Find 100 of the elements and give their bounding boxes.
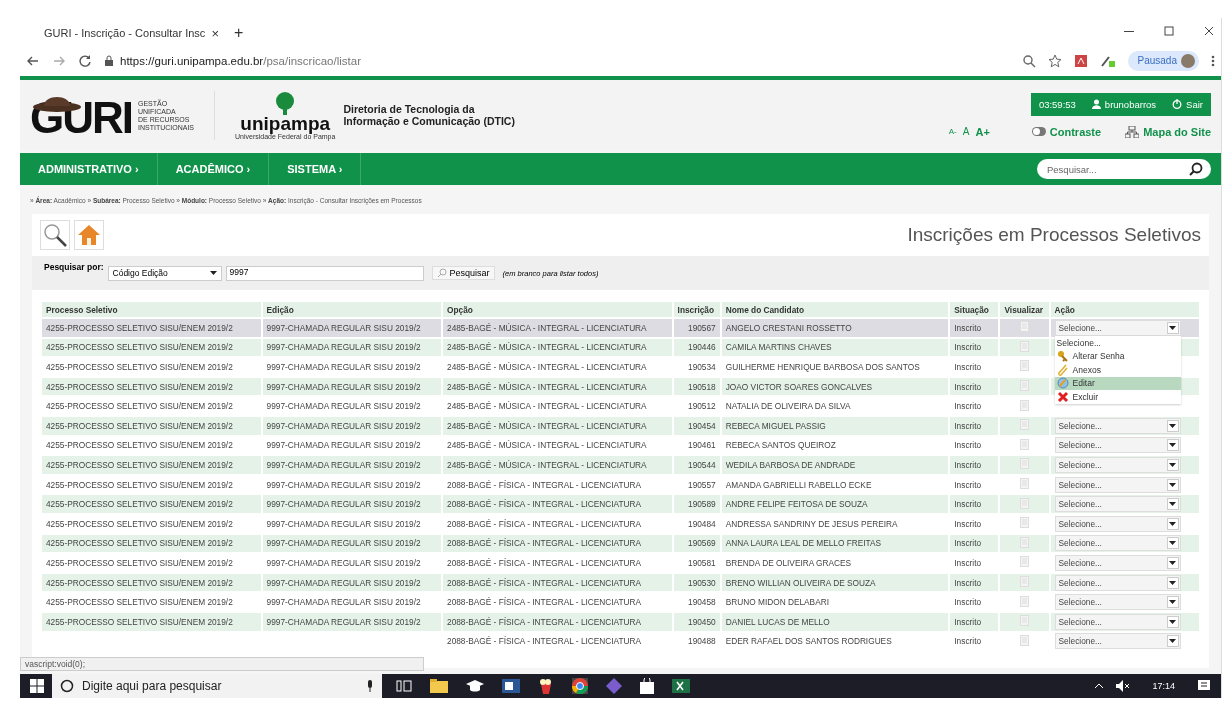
action-dropdown[interactable]: Selecione...: [1054, 319, 1181, 336]
task-view-icon[interactable]: [396, 679, 412, 693]
search-icon[interactable]: [1189, 162, 1203, 176]
table-cell: BRENO WILLIAN OLIVEIRA DE SOUZA: [725, 577, 876, 588]
close-icon[interactable]: [1203, 25, 1215, 37]
table-cell: Inscrito: [954, 616, 982, 627]
maximize-icon[interactable]: [1163, 25, 1175, 37]
table-cell: 190484: [688, 518, 716, 529]
action-dropdown[interactable]: Selecione...: [1054, 535, 1181, 552]
table-cell: 9997-CHAMADA REGULAR SISU 2019/2: [266, 499, 421, 510]
magnifier-icon: [42, 222, 68, 248]
profile-button[interactable]: Pausada: [1127, 50, 1199, 71]
table-cell: Inscrito: [954, 538, 982, 549]
logout-link[interactable]: Sair: [1172, 98, 1203, 110]
reload-icon[interactable]: [78, 53, 92, 68]
taskbar-search-field[interactable]: Digite aqui para pesquisar: [52, 674, 382, 698]
department-name: Diretoria de Tecnologia da: [343, 103, 476, 115]
table-cell: 9997-CHAMADA REGULAR SISU 2019/2: [266, 420, 421, 431]
search-submit-button[interactable]: Pesquisar: [431, 266, 495, 280]
star-icon[interactable]: [1047, 53, 1062, 68]
avatar-icon: [1181, 53, 1195, 68]
popcorn-icon[interactable]: [538, 678, 554, 694]
table-cell: 4255-PROCESSO SELETIVO SISU/ENEM 2019/2: [46, 597, 233, 608]
address-field[interactable]: https://guri.unipampa.edu.br/psa/inscricao/listar: [104, 48, 1010, 73]
menu-icon[interactable]: [1211, 53, 1215, 68]
table-cell: WEDILA BARBOSA DE ANDRADE: [725, 459, 856, 470]
close-tab-button[interactable]: ×: [211, 25, 219, 41]
search-field[interactable]: Pesquisar...: [1037, 159, 1211, 179]
graduation-cap-icon[interactable]: [466, 679, 484, 693]
session-timer: 03:59:53: [1038, 98, 1076, 110]
nav-menu-item[interactable]: SISTEMA ›: [269, 153, 362, 185]
table-cell: 4255-PROCESSO SELETIVO SISU/ENEM 2019/2: [46, 381, 233, 392]
sitemap-link[interactable]: Mapa do Site: [1125, 125, 1211, 138]
nav-menu-item[interactable]: ACADÊMICO ›: [157, 153, 270, 185]
font-size-link[interactable]: A-: [948, 127, 957, 136]
table-cell: 9997-CHAMADA REGULAR SISU 2019/2: [266, 538, 421, 549]
contrast-icon: [1031, 127, 1046, 136]
table-cell: 190530: [688, 577, 716, 588]
shopping-bag-icon[interactable]: [640, 678, 654, 694]
browser-icon[interactable]: [572, 678, 588, 694]
speaker-muted-icon[interactable]: [1116, 680, 1131, 692]
font-size-link[interactable]: A+: [975, 125, 990, 138]
table-cell: 4255-PROCESSO SELETIVO SISU/ENEM 2019/2: [46, 538, 233, 549]
table-cell: 190557: [688, 479, 716, 490]
dropdown-option[interactable]: Alterar Senha: [1054, 349, 1181, 363]
table-cell: REBECA MIGUEL PASSIG: [725, 420, 826, 431]
table-cell: 4255-PROCESSO SELETIVO SISU/ENEM 2019/2: [46, 362, 233, 372]
diamond-icon[interactable]: [606, 678, 622, 694]
zoom-icon[interactable]: [1021, 53, 1036, 68]
action-dropdown[interactable]: Selecione...: [1054, 613, 1181, 630]
folder-icon[interactable]: [430, 679, 448, 693]
dropdown-option[interactable]: Excluir: [1054, 390, 1181, 404]
table-cell: 190446: [688, 342, 716, 353]
table-cell: 190569: [688, 538, 716, 549]
table-cell: 190488: [688, 636, 716, 647]
table-cell: 190458: [688, 597, 716, 608]
action-dropdown[interactable]: Selecione...: [1054, 515, 1181, 532]
action-dropdown[interactable]: Selecione...: [1054, 417, 1181, 434]
table-cell: 9997-CHAMADA REGULAR SISU 2019/2: [266, 322, 421, 333]
dropdown-option[interactable]: Anexos: [1054, 363, 1181, 377]
search-input[interactable]: 9997: [225, 265, 424, 281]
action-dropdown[interactable]: Selecione...: [1054, 594, 1181, 611]
contrast-link[interactable]: Contraste: [1031, 125, 1102, 138]
action-dropdown[interactable]: Selecione...: [1054, 456, 1181, 473]
user-link[interactable]: brunobarros: [1091, 98, 1157, 110]
action-dropdown[interactable]: Selecione...: [1054, 633, 1181, 650]
action-dropdown[interactable]: Selecione...: [1054, 476, 1181, 493]
table-cell: Inscrito: [954, 420, 982, 431]
dropdown-option[interactable]: Editar: [1054, 376, 1181, 390]
action-dropdown[interactable]: Selecione...: [1054, 496, 1181, 513]
table-cell: 4255-PROCESSO SELETIVO SISU/ENEM 2019/2: [46, 342, 233, 353]
search-type-dropdown[interactable]: Código Edição: [107, 265, 222, 281]
column-header: Visualizar: [1000, 302, 1049, 317]
university-logo-text: unipampa: [240, 114, 331, 133]
table-cell: AMANDA GABRIELLI RABELLO ECKE: [725, 479, 872, 490]
table-cell: Inscrito: [954, 381, 982, 392]
table-cell: 4255-PROCESSO SELETIVO SISU/ENEM 2019/2: [46, 420, 233, 431]
dropdown-caret-icon: [1169, 580, 1177, 585]
table-cell: ANDRESSA SANDRINY DE JESUS PEREIRA: [725, 518, 898, 529]
table-cell: GUILHERME HENRIQUE BARBOSA DOS SANTOS: [725, 362, 920, 372]
clock-time[interactable]: 17:14: [1152, 681, 1175, 691]
notification-icon[interactable]: [1197, 679, 1211, 693]
search-button[interactable]: [40, 220, 70, 250]
table-cell: 2088-BAGÉ - FÍSICA - INTEGRAL - LICENCIATURA: [447, 597, 642, 608]
circle-icon: [60, 679, 74, 693]
action-dropdown[interactable]: Selecione...: [1054, 437, 1181, 454]
table-cell: 190450: [688, 616, 716, 627]
page-title: Inscrições em Processos Seletivos: [907, 224, 1201, 246]
chevron-up-icon[interactable]: [1094, 683, 1105, 689]
search-icon: [436, 268, 447, 278]
table-cell: 2088-BAGÉ - FÍSICA - INTEGRAL - LICENCIATURA: [447, 538, 642, 549]
nav-menu-item[interactable]: ADMINISTRATIVO ›: [20, 153, 158, 185]
font-size-link[interactable]: A: [962, 126, 970, 137]
table-cell: 4255-PROCESSO SELETIVO SISU/ENEM 2019/2: [46, 322, 233, 333]
new-tab-button[interactable]: +: [234, 21, 244, 45]
action-dropdown[interactable]: Selecione...: [1054, 574, 1181, 591]
excel-icon[interactable]: [672, 679, 690, 693]
windows-icon[interactable]: [30, 679, 44, 693]
dropdown-option[interactable]: Selecione...: [1054, 336, 1181, 350]
action-dropdown[interactable]: Selecione...: [1054, 554, 1181, 571]
